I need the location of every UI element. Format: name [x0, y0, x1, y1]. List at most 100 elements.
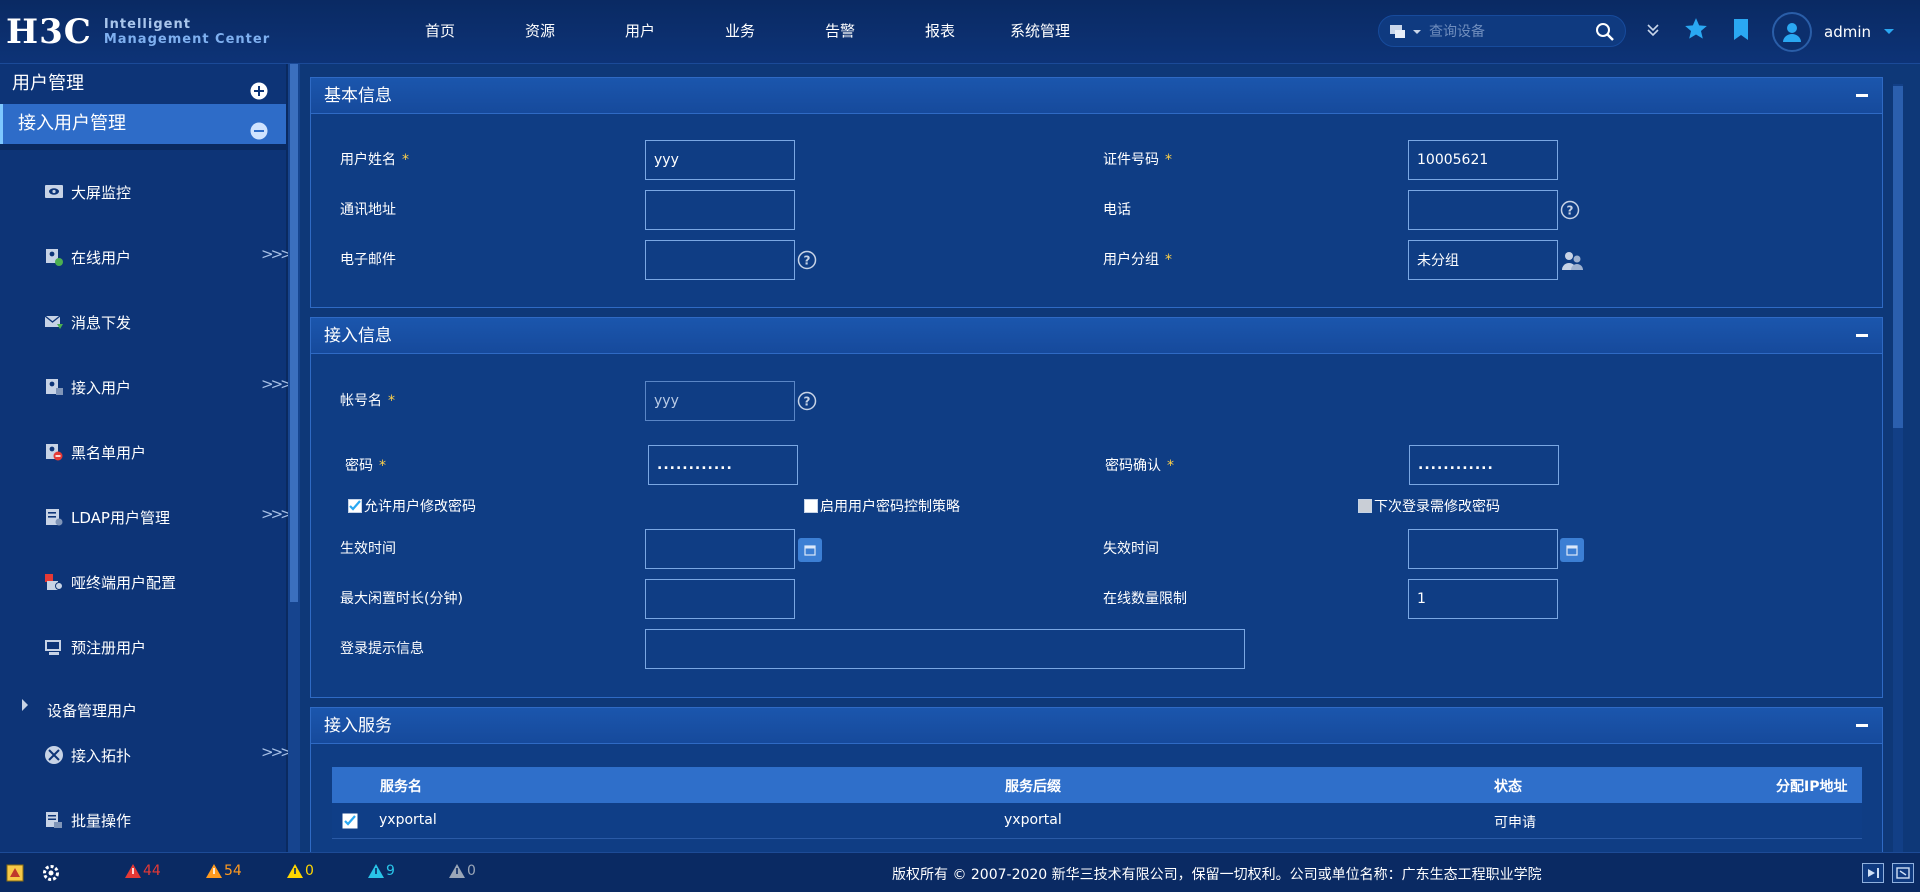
unknown-alarm-count[interactable]: 0	[448, 863, 476, 879]
avatar[interactable]	[1772, 12, 1812, 52]
brand-logo[interactable]: H3C Intelligent Management Center	[6, 10, 270, 54]
help-icon[interactable]: ?	[1560, 200, 1580, 224]
sidebar: 用户管理 接入用户管理 大屏监控 在线用户 >>> 消息下发 接入用户 >>> …	[0, 64, 293, 852]
expand-more-icon[interactable]: >>>	[261, 375, 293, 393]
nav-users[interactable]: 用户	[590, 0, 690, 64]
address-field[interactable]	[645, 190, 795, 230]
nav-reports[interactable]: 报表	[890, 0, 990, 64]
warning-box-icon[interactable]	[6, 864, 24, 886]
panel-title: 基本信息	[324, 86, 392, 106]
checkbox-unchecked-icon[interactable]	[804, 499, 818, 513]
sidebar-item-topology[interactable]: 接入拓扑 >>>	[0, 734, 293, 774]
effective-time-field[interactable]	[645, 529, 795, 569]
dumb-terminal-icon	[44, 572, 64, 592]
expand-more-icon[interactable]: >>>	[261, 245, 293, 263]
warning-alarm-count[interactable]: 9	[367, 863, 395, 879]
allow-change-password-checkbox[interactable]: 允许用户修改密码	[348, 496, 476, 516]
sidebar-section-user-management[interactable]: 用户管理	[0, 64, 286, 104]
device-type-dropdown-icon[interactable]	[1389, 24, 1423, 44]
calendar-icon[interactable]	[1560, 538, 1584, 562]
group-label: 用户分组 *	[1103, 252, 1172, 268]
select-group-icon[interactable]	[1561, 250, 1585, 276]
major-alarm-count[interactable]: 54	[205, 863, 242, 879]
row-checkbox[interactable]	[342, 813, 358, 833]
minor-alarm-count[interactable]: 0	[286, 863, 314, 879]
sidebar-scrollbar[interactable]	[288, 64, 300, 852]
id-number-field[interactable]	[1408, 140, 1558, 180]
device-search-input[interactable]	[1429, 20, 1589, 42]
phone-field[interactable]	[1408, 190, 1558, 230]
account-field[interactable]	[645, 381, 795, 421]
search-icon[interactable]	[1595, 22, 1615, 46]
sidebar-item-batch[interactable]: 批量操作	[0, 799, 288, 839]
confirm-password-field[interactable]	[1409, 445, 1559, 485]
password-policy-checkbox[interactable]: 启用用户密码控制策略	[804, 496, 960, 516]
column-header-ip[interactable]: 分配IP地址	[1776, 776, 1847, 796]
content-scrollbar[interactable]	[1892, 64, 1920, 852]
critical-alarm-count[interactable]: 44	[124, 863, 161, 879]
nav-alarms[interactable]: 告警	[790, 0, 890, 64]
nav-home[interactable]: 首页	[390, 0, 490, 64]
scroll-thumb[interactable]	[1893, 86, 1903, 428]
sidebar-item-dumb-terminal[interactable]: 哑终端用户配置	[0, 561, 288, 601]
collapse-minus-icon[interactable]	[250, 115, 268, 155]
online-limit-field[interactable]	[1408, 579, 1558, 619]
expand-menu-icon[interactable]	[1646, 22, 1660, 42]
sidebar-item-big-screen[interactable]: 大屏监控	[0, 171, 288, 211]
expand-more-icon[interactable]: >>>	[261, 505, 293, 523]
fullscreen-exit-icon[interactable]	[1892, 863, 1914, 883]
sidebar-section-label: 用户管理	[12, 73, 84, 94]
column-header-service-name[interactable]: 服务名	[380, 776, 422, 796]
next-login-change-password-checkbox[interactable]: 下次登录需修改密码	[1358, 496, 1500, 516]
nav-system[interactable]: 系统管理	[990, 0, 1090, 64]
table-row[interactable]: yxportal yxportal 可申请	[332, 803, 1862, 839]
expand-arrow-icon[interactable]	[20, 698, 40, 718]
email-field[interactable]	[645, 240, 795, 280]
logo-line-1: Intelligent	[103, 17, 191, 32]
sidebar-item-online-users[interactable]: 在线用户 >>>	[0, 236, 293, 276]
expire-time-field[interactable]	[1408, 529, 1558, 569]
nav-resources[interactable]: 资源	[490, 0, 590, 64]
nav-services[interactable]: 业务	[690, 0, 790, 64]
login-tip-label: 登录提示信息	[340, 641, 424, 657]
name-label: 用户姓名 *	[340, 152, 409, 168]
checkbox-checked-icon[interactable]	[348, 499, 362, 513]
monitor-icon	[44, 182, 64, 202]
collapse-icon[interactable]	[1856, 334, 1868, 337]
help-icon[interactable]: ?	[797, 391, 817, 415]
sidebar-item-device-users[interactable]: 设备管理用户	[0, 688, 288, 728]
calendar-icon[interactable]	[798, 538, 822, 562]
basic-info-panel: 基本信息 用户姓名* 证件号码* 通讯地址 电话 ? 电子邮件 ? 用户分组*	[310, 77, 1883, 308]
checkbox-label: 启用用户密码控制策略	[820, 499, 960, 515]
sidebar-item-blacklist[interactable]: 黑名单用户	[0, 431, 288, 471]
collapse-left-icon[interactable]	[1862, 863, 1884, 883]
email-label: 电子邮件	[340, 252, 396, 268]
column-header-suffix[interactable]: 服务后缀	[1005, 776, 1061, 796]
password-field[interactable]	[648, 445, 798, 485]
logo-mark: H3C	[6, 12, 92, 52]
sidebar-item-preregister[interactable]: 预注册用户	[0, 626, 288, 666]
user-name[interactable]: admin	[1824, 23, 1871, 41]
sidebar-scroll-thumb[interactable]	[290, 64, 298, 602]
sidebar-subsection-access-user[interactable]: 接入用户管理	[0, 104, 286, 144]
settings-gear-icon[interactable]	[40, 863, 62, 887]
sidebar-item-message[interactable]: 消息下发	[0, 301, 288, 341]
group-field[interactable]	[1408, 240, 1558, 280]
column-header-status[interactable]: 状态	[1494, 776, 1522, 796]
expand-more-icon[interactable]: >>>	[261, 743, 293, 761]
collapse-icon[interactable]	[1856, 94, 1868, 97]
sidebar-item-access-users[interactable]: 接入用户 >>>	[0, 366, 293, 406]
max-idle-field[interactable]	[645, 579, 795, 619]
bookmark-icon[interactable]	[1732, 18, 1750, 46]
help-icon[interactable]: ?	[797, 250, 817, 274]
sidebar-item-ldap[interactable]: LDAP用户管理 >>>	[0, 496, 293, 536]
collapse-icon[interactable]	[1856, 724, 1868, 727]
user-dropdown-icon[interactable]	[1883, 24, 1895, 40]
service-name-cell: yxportal	[379, 812, 437, 828]
favorite-star-icon[interactable]	[1683, 16, 1709, 46]
user-menu[interactable]: admin	[1772, 12, 1895, 52]
checkbox-disabled-icon[interactable]	[1358, 499, 1372, 513]
login-tip-field[interactable]	[645, 629, 1245, 669]
password-label: 密码 *	[345, 458, 386, 474]
name-field[interactable]	[645, 140, 795, 180]
